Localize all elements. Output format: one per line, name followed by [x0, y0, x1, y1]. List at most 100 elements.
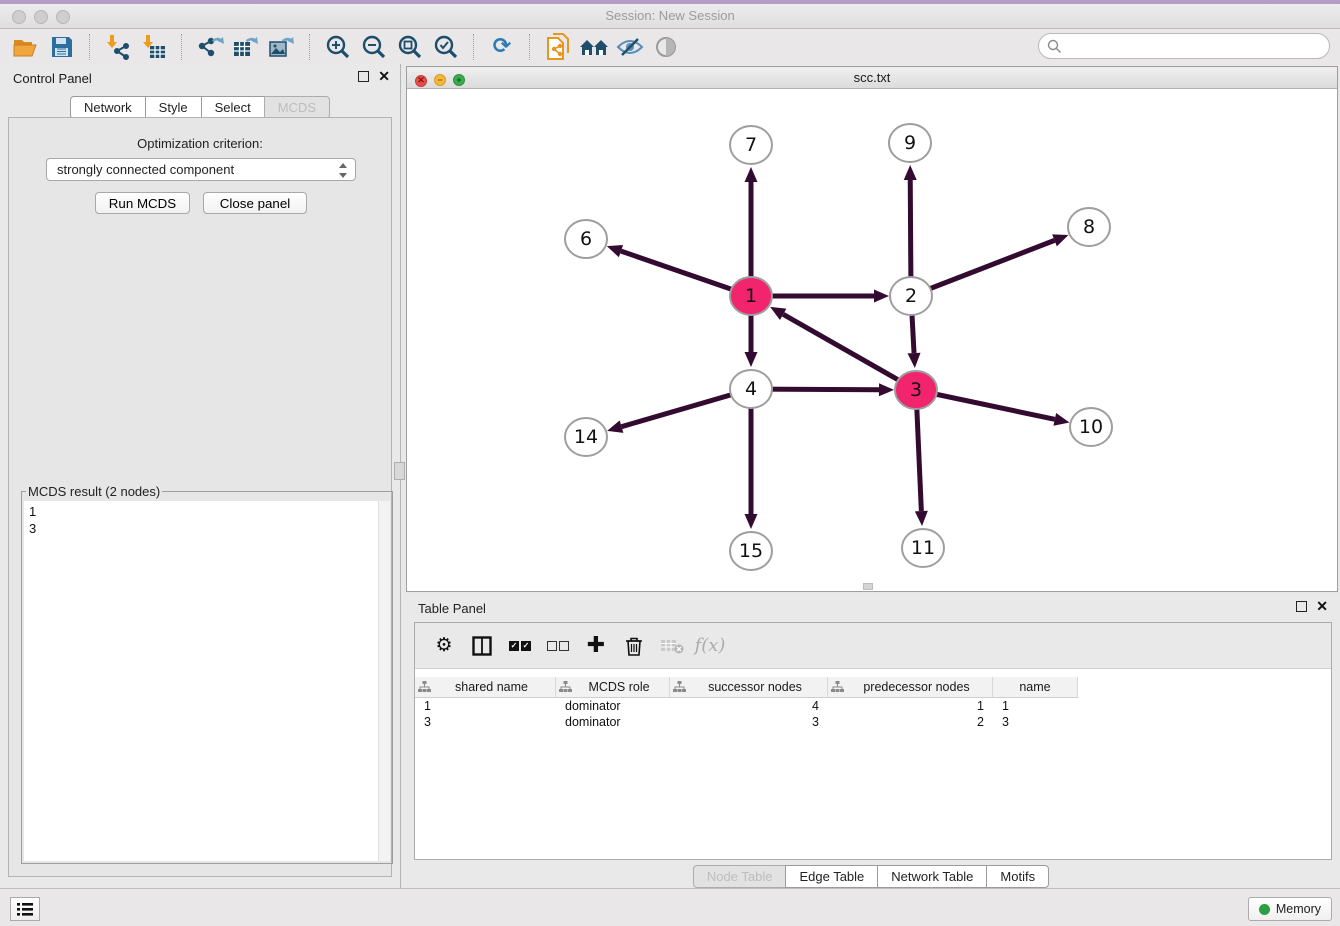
zoom-in-icon[interactable] — [320, 32, 356, 62]
close-window-icon[interactable] — [12, 10, 26, 24]
table-cell[interactable]: dominator — [556, 698, 670, 714]
import-network-icon[interactable] — [100, 32, 136, 62]
toolbar-separator — [473, 34, 475, 60]
float-panel-icon[interactable] — [358, 71, 369, 82]
table-row[interactable]: 3dominator323 — [415, 714, 1331, 730]
network-graph[interactable]: 7968124314101511 — [407, 89, 1337, 591]
first-neighbors-icon[interactable] — [576, 32, 612, 62]
mcds-result-text: 1 3 — [29, 503, 36, 537]
mcds-result-textarea[interactable]: 1 3 — [24, 501, 390, 861]
open-file-icon[interactable] — [8, 32, 44, 62]
splitter-handle[interactable] — [394, 462, 405, 480]
arrowhead-icon — [745, 514, 758, 529]
show-all-icon[interactable] — [648, 32, 684, 62]
table-cell[interactable]: 3 — [993, 714, 1078, 730]
add-column-icon[interactable]: ✚ — [579, 629, 613, 663]
table-cell[interactable]: 3 — [415, 714, 556, 730]
canvas-resize-handle[interactable] — [863, 583, 873, 590]
column-header-predecessor-nodes[interactable]: predecessor nodes — [828, 677, 993, 698]
import-table-icon[interactable] — [136, 32, 172, 62]
chevron-up-down-icon — [338, 162, 348, 182]
zoom-fit-icon[interactable] — [392, 32, 428, 62]
gear-icon[interactable]: ⚙ — [427, 629, 461, 663]
node-label: 4 — [745, 378, 757, 400]
toolbar-separator — [181, 34, 183, 60]
run-mcds-button[interactable]: Run MCDS — [95, 192, 190, 214]
deselect-checkboxes-icon[interactable] — [541, 629, 575, 663]
network-canvas[interactable]: 7968124314101511 — [407, 89, 1337, 591]
export-table-icon[interactable] — [228, 32, 264, 62]
search-input[interactable] — [1038, 33, 1330, 59]
node-label: 10 — [1079, 416, 1103, 438]
table-cell[interactable]: dominator — [556, 714, 670, 730]
close-panel-button[interactable]: Close panel — [203, 192, 307, 214]
result-scrollbar[interactable] — [378, 501, 390, 861]
tab-network-table[interactable]: Network Table — [877, 865, 987, 888]
export-image-icon[interactable] — [264, 32, 300, 62]
tab-mcds[interactable]: MCDS — [264, 96, 330, 119]
zoom-selected-icon[interactable] — [428, 32, 464, 62]
task-history-button[interactable] — [10, 897, 40, 921]
node-label: 7 — [745, 134, 757, 156]
zoom-out-icon[interactable] — [356, 32, 392, 62]
arrowhead-icon — [607, 245, 623, 257]
function-builder-icon[interactable]: f(x) — [693, 629, 727, 663]
arrowhead-icon — [908, 353, 921, 368]
arrowhead-icon — [879, 383, 894, 396]
control-panel: Control Panel ✕ NetworkStyleSelectMCDS O… — [0, 64, 401, 888]
node-label: 11 — [911, 537, 935, 559]
column-layout-icon[interactable] — [465, 629, 499, 663]
tab-style[interactable]: Style — [145, 96, 202, 119]
export-network-icon[interactable] — [192, 32, 228, 62]
criterion-value: strongly connected component — [57, 162, 234, 177]
select-all-checkboxes-icon[interactable]: ✓✓ — [503, 629, 537, 663]
column-header-MCDS-role[interactable]: MCDS role — [556, 677, 670, 698]
close-panel-icon[interactable]: ✕ — [378, 71, 390, 82]
close-table-panel-icon[interactable]: ✕ — [1316, 601, 1328, 612]
hide-selected-icon[interactable] — [612, 32, 648, 62]
table-cell[interactable]: 1 — [993, 698, 1078, 714]
tab-select[interactable]: Select — [201, 96, 265, 119]
table-row[interactable]: 1dominator411 — [415, 698, 1331, 714]
edge-3-1[interactable] — [783, 314, 916, 390]
tab-edge-table[interactable]: Edge Table — [785, 865, 878, 888]
delete-table-icon[interactable] — [655, 629, 689, 663]
memory-status-icon — [1259, 904, 1270, 915]
memory-label: Memory — [1276, 902, 1321, 916]
control-panel-title: Control Panel — [13, 71, 92, 86]
table-cell[interactable]: 4 — [670, 698, 828, 714]
window-controls[interactable] — [12, 10, 78, 27]
float-table-panel-icon[interactable] — [1296, 601, 1307, 612]
tab-motifs[interactable]: Motifs — [986, 865, 1049, 888]
node-label: 2 — [905, 285, 917, 307]
network-view-window: ✕−+ scc.txt 7968124314101511 — [406, 66, 1338, 592]
edge-2-8[interactable] — [911, 240, 1055, 296]
memory-button[interactable]: Memory — [1248, 897, 1332, 921]
toolbar-separator — [529, 34, 531, 60]
node-label: 15 — [739, 540, 763, 562]
refresh-icon[interactable]: ⟳ — [484, 32, 520, 62]
list-icon — [17, 903, 33, 916]
table-cell[interactable]: 3 — [670, 714, 828, 730]
column-header-successor-nodes[interactable]: successor nodes — [670, 677, 828, 698]
table-cell[interactable]: 1 — [415, 698, 556, 714]
save-session-icon[interactable] — [44, 32, 80, 62]
criterion-label: Optimization criterion: — [9, 136, 391, 151]
zoom-window-icon[interactable] — [56, 10, 70, 24]
column-header-name[interactable]: name — [993, 677, 1078, 698]
node-label: 6 — [580, 228, 592, 250]
minimize-window-icon[interactable] — [34, 10, 48, 24]
main-titlebar[interactable]: Session: New Session — [0, 4, 1340, 29]
network-window-titlebar[interactable]: ✕−+ scc.txt — [407, 67, 1337, 89]
delete-column-icon[interactable] — [617, 629, 651, 663]
tab-network[interactable]: Network — [70, 96, 146, 119]
tab-node-table[interactable]: Node Table — [693, 865, 787, 888]
table-cell[interactable]: 2 — [828, 714, 993, 730]
duplicate-network-icon[interactable] — [540, 32, 576, 62]
column-header-shared-name[interactable]: shared name — [415, 677, 556, 698]
table-toolbar: ⚙ ✓✓ ✚ f(x) — [415, 623, 1331, 669]
criterion-select[interactable]: strongly connected component — [46, 158, 356, 181]
network-title: scc.txt — [407, 67, 1337, 89]
table-tabs: Node TableEdge TableNetwork TableMotifs — [402, 865, 1340, 888]
table-cell[interactable]: 1 — [828, 698, 993, 714]
